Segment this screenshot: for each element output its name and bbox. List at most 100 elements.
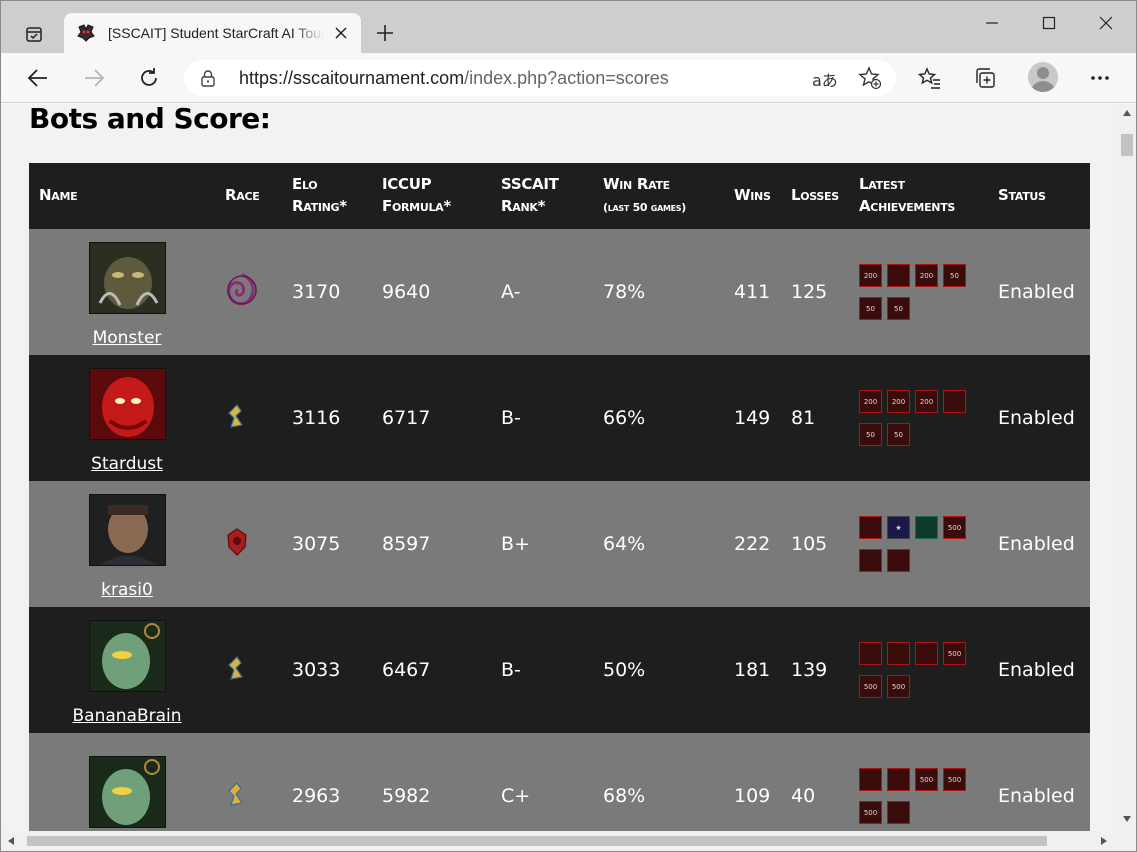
bot-portrait[interactable] <box>88 620 166 692</box>
achievement-badge[interactable]: 500 <box>859 801 882 824</box>
table-row: Stardust 3116 6717 B- 66% 149 81 200 200 <box>29 355 1090 481</box>
settings-more-button[interactable] <box>1083 61 1117 95</box>
achievement-badge[interactable]: 200 <box>887 390 910 413</box>
scroll-left-arrow-icon[interactable] <box>8 837 14 845</box>
achievement-badge[interactable] <box>915 642 938 665</box>
rank-cell: C+ <box>491 733 593 831</box>
protoss-icon <box>228 403 244 428</box>
achievement-badge[interactable]: 500 <box>943 768 966 791</box>
bot-name-link[interactable]: Monster <box>39 328 215 348</box>
tab-actions-button[interactable] <box>15 15 53 53</box>
achievement-badge[interactable]: 500 <box>915 768 938 791</box>
name-cell: BananaBrain <box>29 607 215 733</box>
losses-cell: 125 <box>781 229 849 355</box>
scores-table: Name Race Elo Rating* ICCUP Formula* SSCAI… <box>29 163 1090 831</box>
achievement-badge[interactable]: 50 <box>943 264 966 287</box>
new-tab-button[interactable] <box>371 19 399 47</box>
maximize-button[interactable] <box>1020 1 1078 45</box>
header-sscait-rank[interactable]: SSCAIT Rank* <box>491 163 593 229</box>
table-row: BananaBrain 3033 6467 B- 50% 181 139 500… <box>29 607 1090 733</box>
refresh-button[interactable] <box>132 61 166 95</box>
forward-button[interactable] <box>77 61 111 95</box>
iccup-cell: 9640 <box>372 229 491 355</box>
bot-name-link[interactable]: BananaBrain <box>39 706 215 726</box>
achievements-cell: 200 200 200 50 50 <box>849 355 988 481</box>
achievement-badge[interactable]: 500 <box>859 675 882 698</box>
tab-close-button[interactable] <box>331 23 351 43</box>
header-elo[interactable]: Elo Rating* <box>282 163 372 229</box>
collections-button[interactable] <box>968 61 1002 95</box>
header-wins[interactable]: Wins <box>724 163 781 229</box>
achievement-badge[interactable] <box>859 516 882 539</box>
achievement-badge[interactable]: 50 <box>887 423 910 446</box>
achievement-badge[interactable]: 200 <box>915 264 938 287</box>
achievement-badge[interactable]: 500 <box>887 675 910 698</box>
achievement-badge[interactable] <box>887 642 910 665</box>
close-icon <box>1099 16 1113 30</box>
table-header-row: Name Race Elo Rating* ICCUP Formula* SSCAI… <box>29 163 1090 229</box>
table-row: 2963 5982 C+ 68% 109 40 500 500 500 Enab… <box>29 733 1090 831</box>
bot-portrait[interactable] <box>88 756 166 828</box>
achievement-badge[interactable]: 200 <box>859 390 882 413</box>
read-aloud-button[interactable]: aあ <box>812 67 838 91</box>
achievement-badge[interactable]: 200 <box>915 390 938 413</box>
add-favorite-icon[interactable] <box>858 66 882 90</box>
address-bar[interactable]: https://sscaitournament.com/index.php?ac… <box>184 60 896 96</box>
arrow-right-icon <box>85 69 105 87</box>
achievement-badge[interactable] <box>859 549 882 572</box>
bot-name-link[interactable]: krasi0 <box>39 580 215 600</box>
window-close-button[interactable] <box>1077 1 1135 45</box>
minimize-button[interactable] <box>963 1 1021 45</box>
achievement-badge[interactable] <box>887 768 910 791</box>
lock-icon[interactable] <box>200 69 216 87</box>
horizontal-scrollbar[interactable] <box>1 831 1118 851</box>
horizontal-scroll-thumb[interactable] <box>27 836 1047 846</box>
achievement-badge[interactable] <box>887 801 910 824</box>
achievement-badge[interactable] <box>887 549 910 572</box>
header-name[interactable]: Name <box>29 163 215 229</box>
achievement-badge[interactable] <box>915 516 938 539</box>
scroll-down-arrow-icon[interactable] <box>1123 816 1131 822</box>
profile-avatar[interactable] <box>1028 62 1058 92</box>
table-row: Monster 3170 9640 A- 78% 411 125 200 200… <box>29 229 1090 355</box>
favorites-button[interactable] <box>913 61 947 95</box>
header-winrate[interactable]: Win Rate (last 50 games) <box>593 163 724 229</box>
achievements-cell: 500 500 500 <box>849 733 988 831</box>
favorites-list-icon <box>918 67 940 89</box>
achievement-badge[interactable]: 500 <box>943 642 966 665</box>
achievement-badge[interactable]: ★ <box>887 516 910 539</box>
header-race[interactable]: Race <box>215 163 282 229</box>
scroll-right-arrow-icon[interactable] <box>1101 837 1107 845</box>
back-button[interactable] <box>21 61 55 95</box>
achievement-badge[interactable] <box>859 642 882 665</box>
iccup-cell: 8597 <box>372 481 491 607</box>
bot-portrait[interactable] <box>88 368 166 440</box>
page-content: Bots and Score: Name Race Elo Rating* ICC… <box>1 104 1118 831</box>
achievement-badge[interactable]: 50 <box>859 297 882 320</box>
scrollbar-corner <box>1118 831 1136 851</box>
achievement-badge[interactable]: 50 <box>859 423 882 446</box>
bot-name-link[interactable]: Stardust <box>39 454 215 474</box>
header-iccup[interactable]: ICCUP Formula* <box>372 163 491 229</box>
vertical-scrollbar[interactable] <box>1118 104 1136 831</box>
achievement-badge[interactable] <box>943 390 966 413</box>
elo-cell: 3033 <box>282 607 372 733</box>
bot-portrait[interactable] <box>88 242 166 314</box>
header-status[interactable]: Status <box>988 163 1090 229</box>
rank-cell: B- <box>491 607 593 733</box>
header-losses[interactable]: Losses <box>781 163 849 229</box>
name-cell <box>29 733 215 831</box>
achievement-badge[interactable]: 200 <box>859 264 882 287</box>
winrate-cell: 68% <box>593 733 724 831</box>
vertical-scroll-thumb[interactable] <box>1121 134 1133 156</box>
achievement-badge[interactable]: 50 <box>887 297 910 320</box>
bot-portrait[interactable] <box>88 494 166 566</box>
tab-active[interactable]: [SSCAIT] Student StarCraft AI Tournament <box>64 13 361 53</box>
achievement-badge[interactable] <box>887 264 910 287</box>
name-cell: Monster <box>29 229 215 355</box>
wins-cell: 109 <box>724 733 781 831</box>
tab-actions-icon <box>26 27 42 42</box>
achievement-badge[interactable]: 500 <box>943 516 966 539</box>
scroll-up-arrow-icon[interactable] <box>1123 110 1131 116</box>
achievement-badge[interactable] <box>859 768 882 791</box>
